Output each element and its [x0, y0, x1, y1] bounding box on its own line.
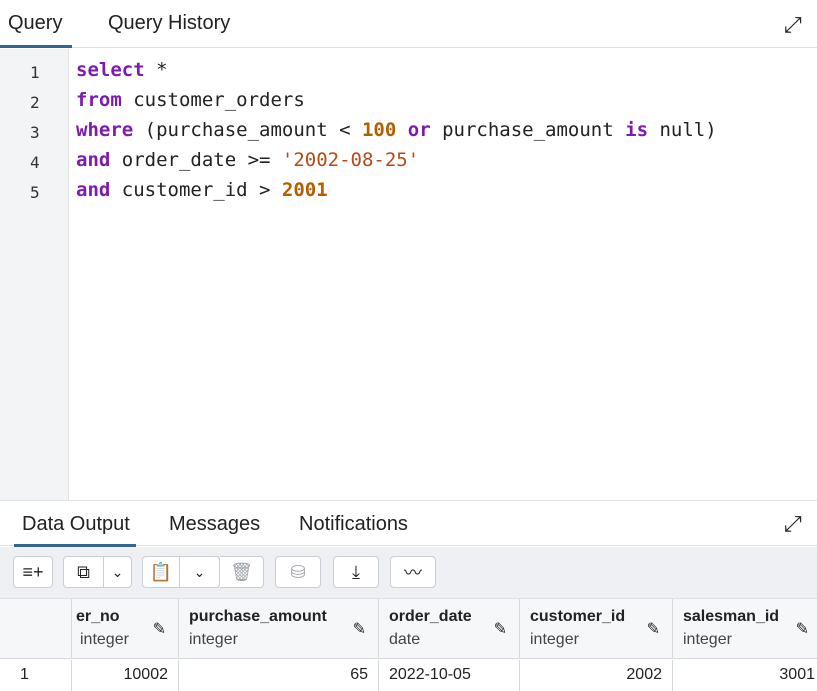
line-number: 3	[30, 123, 40, 142]
delete-button[interactable]: 🗑	[220, 556, 264, 588]
column-name: er_no	[76, 608, 120, 625]
code-line[interactable]: and order_date >= '2002-08-25'	[76, 149, 419, 171]
sql-text: order_date >=	[110, 149, 282, 171]
table-cell[interactable]: 10002	[72, 660, 179, 691]
save-data-button[interactable]: ⛁	[275, 556, 321, 588]
sql-keyword: is	[625, 119, 649, 141]
chevron-down-icon: ⌄	[111, 563, 124, 580]
chevron-down-icon: ⌄	[193, 563, 206, 580]
sql-string: '2002-08-25'	[281, 149, 420, 171]
code-line[interactable]: select *	[76, 59, 168, 81]
trash-icon: 🗑	[230, 561, 253, 582]
table-cell[interactable]: 2002	[520, 660, 673, 691]
pencil-icon[interactable]: ✎	[796, 619, 809, 639]
sql-keyword: or	[407, 119, 431, 141]
column-header[interactable]: customer_id integer ✎	[520, 599, 673, 659]
line-number: 2	[30, 93, 40, 112]
column-header[interactable]: purchase_amount integer ✎	[179, 599, 379, 659]
sql-keyword: and	[76, 179, 111, 201]
database-save-icon: ⛁	[290, 561, 306, 582]
sql-keyword: where	[76, 119, 134, 141]
column-header[interactable]: er_no integer ✎	[72, 599, 179, 659]
line-number: 1	[30, 63, 40, 82]
column-name: salesman_id	[683, 608, 780, 625]
row-number-header	[0, 599, 72, 659]
column-type: integer	[80, 631, 129, 648]
pencil-icon[interactable]: ✎	[153, 619, 166, 639]
table-cell[interactable]: 2022-10-05	[379, 660, 520, 691]
line-graph-icon: 〰	[404, 563, 422, 583]
tab-messages[interactable]: Messages	[169, 513, 260, 536]
expand-icon[interactable]: ⤢	[784, 511, 802, 537]
sql-text: purchase_amount	[430, 119, 626, 141]
line-number: 5	[30, 183, 40, 202]
sql-keyword: select	[76, 59, 145, 81]
copy-icon: ⧉	[77, 561, 90, 582]
sql-text: *	[144, 59, 168, 81]
pencil-icon[interactable]: ✎	[647, 619, 660, 639]
tab-data-output[interactable]: Data Output	[14, 513, 136, 547]
results-grid: er_no integer ✎ purchase_amount integer …	[0, 599, 817, 691]
download-button[interactable]: ⤓	[333, 556, 379, 588]
sql-number: 100	[361, 119, 397, 141]
column-name: purchase_amount	[189, 608, 327, 625]
add-row-button[interactable]: ≡+	[13, 556, 53, 588]
line-number-gutter: 1 2 3 4 5	[0, 49, 69, 500]
column-type: integer	[189, 631, 238, 648]
query-tabbar: Query Query History ⤢	[0, 0, 817, 48]
sql-editor[interactable]: 1 2 3 4 5 select * from customer_orders …	[0, 49, 817, 500]
column-header[interactable]: salesman_id integer ✎	[673, 599, 817, 659]
column-type: integer	[530, 631, 579, 648]
code-line[interactable]: from customer_orders	[76, 89, 305, 111]
graph-visualiser-button[interactable]: 〰	[390, 556, 436, 588]
column-type: date	[389, 631, 421, 648]
pencil-icon[interactable]: ✎	[494, 619, 507, 639]
table-cell[interactable]: 3001	[673, 660, 817, 691]
sql-number: 2001	[281, 179, 328, 201]
sql-text: null)	[648, 119, 717, 141]
code-line[interactable]: and customer_id > 2001	[76, 179, 328, 201]
tab-query[interactable]: Query	[0, 12, 74, 48]
paste-button[interactable]: 📋	[142, 556, 180, 588]
sql-keyword: and	[76, 149, 111, 171]
column-header[interactable]: order_date date ✎	[379, 599, 520, 659]
column-name: customer_id	[530, 608, 626, 625]
output-tabbar: Data Output Messages Notifications ⤢	[0, 500, 817, 547]
sql-text: (purchase_amount <	[133, 119, 362, 141]
sql-text: customer_id >	[110, 179, 282, 201]
code-line[interactable]: where (purchase_amount < 100 or purchase…	[76, 119, 717, 141]
query-tool-panel: Query Query History ⤢ 1 2 3 4 5 select *…	[0, 0, 817, 691]
paste-options-dropdown[interactable]: ⌄	[180, 556, 220, 588]
line-number: 4	[30, 153, 40, 172]
add-row-icon: ≡+	[22, 561, 44, 582]
expand-icon[interactable]: ⤢	[784, 12, 802, 38]
download-icon: ⤓	[352, 561, 360, 582]
copy-button[interactable]: ⧉	[63, 556, 104, 588]
sql-text: customer_orders	[121, 89, 305, 111]
column-name: order_date	[389, 608, 472, 625]
pencil-icon[interactable]: ✎	[353, 619, 366, 639]
copy-options-dropdown[interactable]: ⌄	[104, 556, 132, 588]
paste-icon: 📋	[149, 561, 173, 582]
data-output-toolbar: ≡+ ⧉ ⌄ 📋 ⌄ 🗑 ⛁ ⤓ 〰	[0, 547, 817, 599]
tab-notifications[interactable]: Notifications	[299, 513, 408, 536]
row-number[interactable]: 1	[0, 660, 72, 691]
table-cell[interactable]: 65	[179, 660, 379, 691]
tab-query-history[interactable]: Query History	[108, 12, 230, 35]
column-type: integer	[683, 631, 732, 648]
sql-keyword: from	[76, 89, 122, 111]
